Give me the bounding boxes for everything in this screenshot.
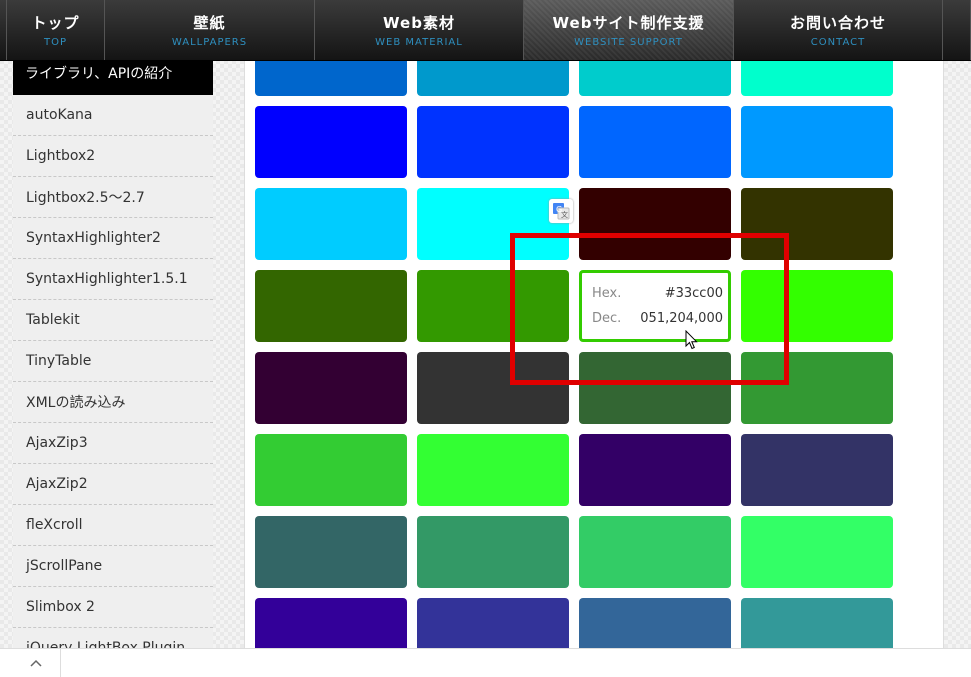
nav-edge-right (943, 0, 971, 60)
nav-web-material-sublabel: WEB MATERIAL (375, 37, 463, 48)
sidebar-item[interactable]: Lightbox2.5～2.7 (13, 177, 213, 218)
highlight-annotation-box (510, 233, 789, 385)
bottom-bar (0, 648, 971, 677)
nav-wallpapers[interactable]: 壁紙 WALLPAPERS (105, 0, 315, 60)
nav-top-sublabel: TOP (43, 37, 67, 48)
nav-website-support-label: Webサイト制作支援 (552, 14, 705, 32)
nav-web-material[interactable]: Web素材 WEB MATERIAL (315, 0, 524, 60)
sidebar-item[interactable]: AjaxZip2 (13, 464, 213, 505)
global-nav: トップ TOP 壁紙 WALLPAPERS Web素材 WEB MATERIAL… (0, 0, 971, 61)
sidebar-item[interactable]: AjaxZip3 (13, 423, 213, 464)
color-swatch[interactable] (417, 516, 569, 588)
color-swatch[interactable] (417, 60, 569, 96)
nav-top-label: トップ (31, 14, 80, 32)
nav-contact-label: お問い合わせ (789, 14, 886, 32)
nav-top[interactable]: トップ TOP (7, 0, 105, 60)
sidebar-item[interactable]: XMLの読み込み (13, 382, 213, 423)
nav-wallpapers-sublabel: WALLPAPERS (171, 37, 248, 48)
nav-website-support[interactable]: Webサイト制作支援 WEBSITE SUPPORT (524, 0, 734, 60)
color-swatch[interactable] (579, 516, 731, 588)
sidebar-item[interactable]: autoKana (13, 95, 213, 136)
color-swatch[interactable] (255, 434, 407, 506)
sidebar-heading: ライブラリ、APIの紹介 (13, 60, 213, 95)
color-swatch[interactable] (255, 60, 407, 96)
sidebar-item[interactable]: jQuery LightBox Plugin (13, 628, 213, 650)
nav-wallpapers-label: 壁紙 (193, 14, 226, 32)
nav-edge-left (0, 0, 7, 60)
sidebar-heading-text: ライブラリ、APIの紹介 (25, 66, 173, 82)
color-swatch[interactable] (255, 270, 407, 342)
mouse-pointer-icon (685, 329, 699, 354)
color-swatch[interactable] (579, 106, 731, 178)
color-swatch[interactable] (579, 60, 731, 96)
sidebar-item[interactable]: Tablekit (13, 300, 213, 341)
color-swatch[interactable] (255, 106, 407, 178)
sidebar-item[interactable]: fleXcroll (13, 505, 213, 546)
nav-web-material-label: Web素材 (383, 14, 455, 32)
sidebar-item[interactable]: SyntaxHighlighter1.5.1 (13, 259, 213, 300)
svg-text:文: 文 (561, 210, 568, 219)
color-swatch[interactable] (255, 598, 407, 650)
sidebar-list: autoKana Lightbox2 Lightbox2.5～2.7 SyntaxHi… (13, 95, 213, 650)
color-swatch[interactable] (255, 352, 407, 424)
nav-website-support-sublabel: WEBSITE SUPPORT (574, 37, 683, 48)
sidebar-item[interactable]: SyntaxHighlighter2 (13, 218, 213, 259)
sidebar: ライブラリ、APIの紹介 autoKana Lightbox2 Lightbox2.… (13, 60, 213, 650)
color-swatch[interactable] (417, 434, 569, 506)
nav-contact[interactable]: お問い合わせ CONTACT (734, 0, 943, 60)
sidebar-item[interactable]: Lightbox2 (13, 136, 213, 177)
scroll-up-button[interactable] (12, 649, 61, 677)
nav-contact-sublabel: CONTACT (810, 37, 866, 48)
color-swatch[interactable] (255, 516, 407, 588)
color-swatch[interactable] (579, 434, 731, 506)
color-swatch[interactable] (417, 598, 569, 650)
color-swatch[interactable] (741, 434, 893, 506)
color-swatch[interactable] (741, 106, 893, 178)
color-swatch[interactable] (741, 60, 893, 96)
color-swatch[interactable] (741, 516, 893, 588)
color-swatch[interactable] (579, 598, 731, 650)
color-swatch[interactable] (741, 598, 893, 650)
chevron-up-icon (30, 659, 42, 667)
sidebar-item[interactable]: jScrollPane (13, 546, 213, 587)
google-translate-icon[interactable]: G 文 (549, 199, 573, 223)
sidebar-item[interactable]: TinyTable (13, 341, 213, 382)
sidebar-item[interactable]: Slimbox 2 (13, 587, 213, 628)
color-swatch[interactable] (255, 188, 407, 260)
color-swatch[interactable] (417, 106, 569, 178)
